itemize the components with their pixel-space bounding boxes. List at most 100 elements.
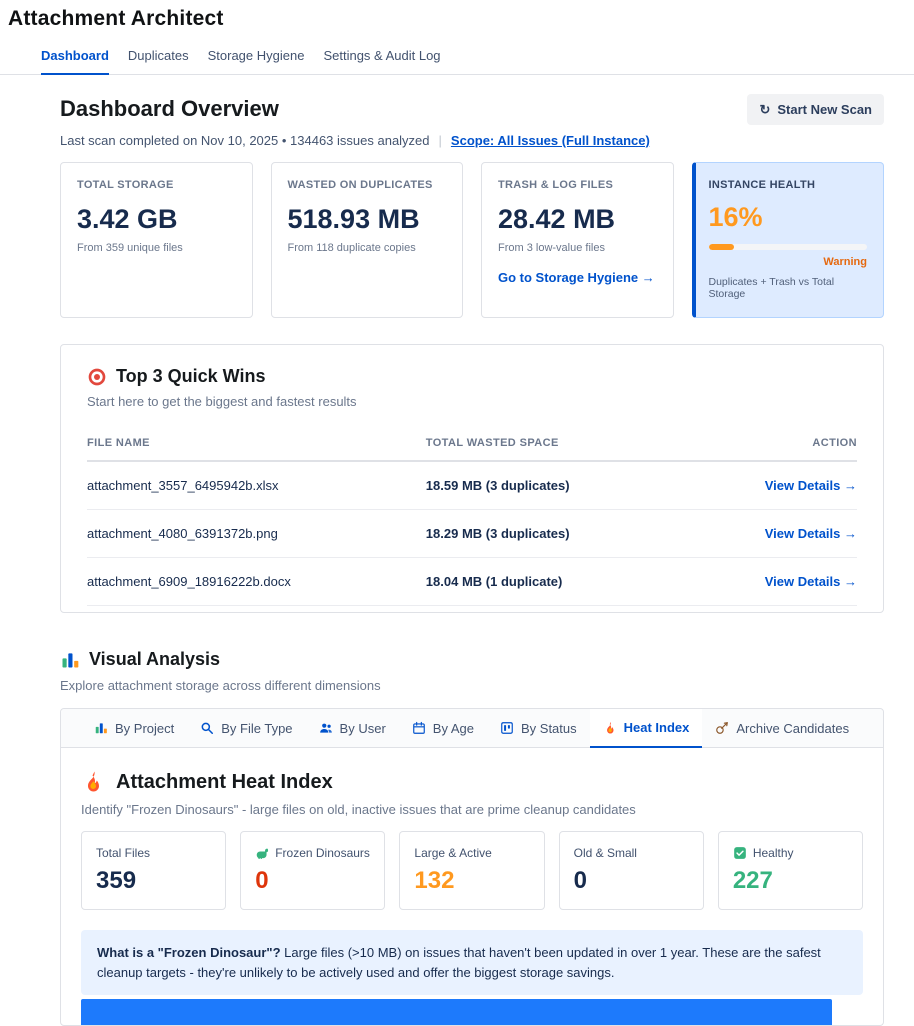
heat-stat-frozen-dinosaurs: Frozen Dinosaurs 0 [240,831,386,910]
analysis-tab-archive-candidates[interactable]: Archive Candidates [702,709,862,747]
magnifier-icon [201,722,214,735]
nav-tab-storage-hygiene[interactable]: Storage Hygiene [208,48,305,74]
analysis-tabbar: By Project By File Type By User By Age B… [61,709,883,748]
file-name-cell: attachment_6909_18916222b.docx [87,557,426,606]
view-details-link[interactable]: View Details → [765,478,857,493]
heat-index-header: Attachment Heat Index [81,770,863,794]
nav-tab-dashboard[interactable]: Dashboard [41,48,109,75]
scan-info-separator: | [438,133,442,148]
health-progress-fill [708,244,734,250]
quick-wins-title: Top 3 Quick Wins [116,366,266,386]
page-heading-dashboard-overview: Dashboard Overview [60,96,279,121]
health-subtext: Duplicates + Trash vs Total Storage [708,276,835,300]
analysis-tab-by-status[interactable]: By Status [487,709,590,747]
health-progress-bar [708,244,867,250]
heat-stat-total-files: Total Files 359 [81,831,227,910]
start-new-scan-label: Start New Scan [777,101,872,117]
stat-value: 3.42 GB [77,204,178,234]
quick-wins-header: Top 3 Quick Wins [87,366,857,387]
frozen-dinosaur-info-box: What is a "Frozen Dinosaur"? Large files… [81,930,863,995]
primary-nav-tabs: Dashboard Duplicates Storage Hygiene Set… [41,48,914,75]
scan-info-bar: Last scan completed on Nov 10, 2025 • 13… [60,133,884,148]
overview-header: Dashboard Overview ↻ Start New Scan [60,93,884,125]
dinosaur-icon [256,848,269,859]
health-percentage: 16% [708,202,763,232]
analysis-tab-by-age[interactable]: By Age [399,709,487,747]
heat-stat-value: 359 [96,867,137,894]
view-details-link[interactable]: View Details → [765,574,857,589]
calendar-icon [412,721,425,734]
column-header-action: ACTION [733,429,857,462]
heat-stat-value: 0 [573,867,587,894]
stat-card-total-storage: TOTAL STORAGE 3.42 GB From 359 unique fi… [60,162,253,318]
heat-stat-label: Healthy [752,846,794,860]
visual-analysis-title: Visual Analysis [89,649,221,669]
heat-stat-label: Frozen Dinosaurs [275,846,370,860]
heat-stat-value: 132 [414,867,455,894]
app-title: Attachment Architect [8,7,224,30]
bar-chart-icon [62,652,79,667]
heat-stat-healthy: Healthy 227 [717,831,864,910]
flame-icon [606,721,614,734]
visual-analysis-panel: By Project By File Type By User By Age B… [60,708,884,1026]
quick-wins-table: FILE NAME TOTAL WASTED SPACE ACTION atta… [87,429,857,606]
heat-stat-value: 0 [255,867,269,894]
wasted-space-cell: 18.59 MB (3 duplicates) [425,461,734,510]
go-to-storage-hygiene-link[interactable]: Go to Storage Hygiene → [498,270,655,285]
heat-stat-old-small: Old & Small 0 [558,831,704,910]
nav-tab-settings-audit-log[interactable]: Settings & Audit Log [323,48,440,74]
start-new-scan-button[interactable]: ↻ Start New Scan [747,93,884,125]
summary-stats-row: TOTAL STORAGE 3.42 GB From 359 unique fi… [60,162,884,318]
heat-stat-label: Old & Small [573,846,637,860]
heat-stat-label: Total Files [96,846,151,860]
table-row: attachment_3557_6495942b.xlsx 18.59 MB (… [87,461,857,510]
health-status-badge: Warning [823,256,867,268]
flame-icon [88,771,99,792]
heat-chart-top-cutoff [81,999,832,1025]
dart-icon [716,722,729,734]
table-row: attachment_4080_6391372b.png 18.29 MB (3… [87,509,857,558]
view-details-link[interactable]: View Details → [765,526,857,541]
stat-value: 28.42 MB [498,204,616,234]
target-icon [88,368,106,385]
file-name-cell: attachment_4080_6391372b.png [87,509,426,558]
visual-analysis-subtitle: Explore attachment storage across differ… [60,678,381,693]
kanban-icon [501,722,513,734]
stat-label: TRASH & LOG FILES [498,179,614,191]
main-content: Dashboard Overview ↻ Start New Scan Last… [0,75,914,1026]
check-icon [733,847,746,859]
heat-index-subtitle: Identify "Frozen Dinosaurs" - large file… [81,802,636,817]
analysis-tab-by-project[interactable]: By Project [81,709,187,747]
table-row: attachment_6909_18916222b.docx 18.04 MB … [87,557,857,606]
column-header-wasted-space: TOTAL WASTED SPACE [425,429,734,462]
heat-stat-value: 227 [732,867,773,894]
heat-index-stats-row: Total Files 359 Frozen Dinosaurs 0 Large… [81,831,864,910]
analysis-tab-by-user[interactable]: By User [306,709,399,747]
visual-analysis-header: Visual Analysis [60,649,884,670]
bar-chart-icon [95,723,107,734]
stat-card-instance-health: INSTANCE HEALTH 16% Warning Duplicates +… [691,162,884,318]
info-box-lead: What is a "Frozen Dinosaur"? [97,945,281,960]
analysis-tab-heat-index[interactable]: Heat Index [589,709,703,748]
page: Attachment Architect Dashboard Duplicate… [0,0,914,1026]
stat-card-trash-log-files: TRASH & LOG FILES 28.42 MB From 3 low-va… [481,162,674,318]
stat-subtext: From 3 low-value files [498,242,605,254]
refresh-icon: ↻ [759,101,771,117]
primary-nav: Dashboard Duplicates Storage Hygiene Set… [0,48,914,75]
quick-wins-card: Top 3 Quick Wins Start here to get the b… [60,344,884,613]
stat-card-wasted-duplicates: WASTED ON DUPLICATES 518.93 MB From 118 … [270,162,463,318]
stat-subtext: From 359 unique files [77,242,183,254]
last-scan-status: Last scan completed on Nov 10, 2025 • 13… [60,133,430,148]
file-name-cell: attachment_3557_6495942b.xlsx [87,461,426,510]
stat-value: 518.93 MB [287,204,420,234]
analysis-tab-by-file-type[interactable]: By File Type [187,709,305,747]
scope-link[interactable]: Scope: All Issues (Full Instance) [451,133,650,148]
heat-index-panel: Attachment Heat Index Identify "Frozen D… [61,748,883,1025]
stat-label: TOTAL STORAGE [77,179,174,191]
column-header-file-name: FILE NAME [87,429,426,462]
heat-stat-label: Large & Active [414,846,492,860]
quick-wins-subtitle: Start here to get the biggest and fastes… [87,394,357,409]
nav-tab-duplicates[interactable]: Duplicates [128,48,189,74]
stat-label: WASTED ON DUPLICATES [287,179,433,191]
stat-subtext: From 118 duplicate copies [287,242,416,254]
